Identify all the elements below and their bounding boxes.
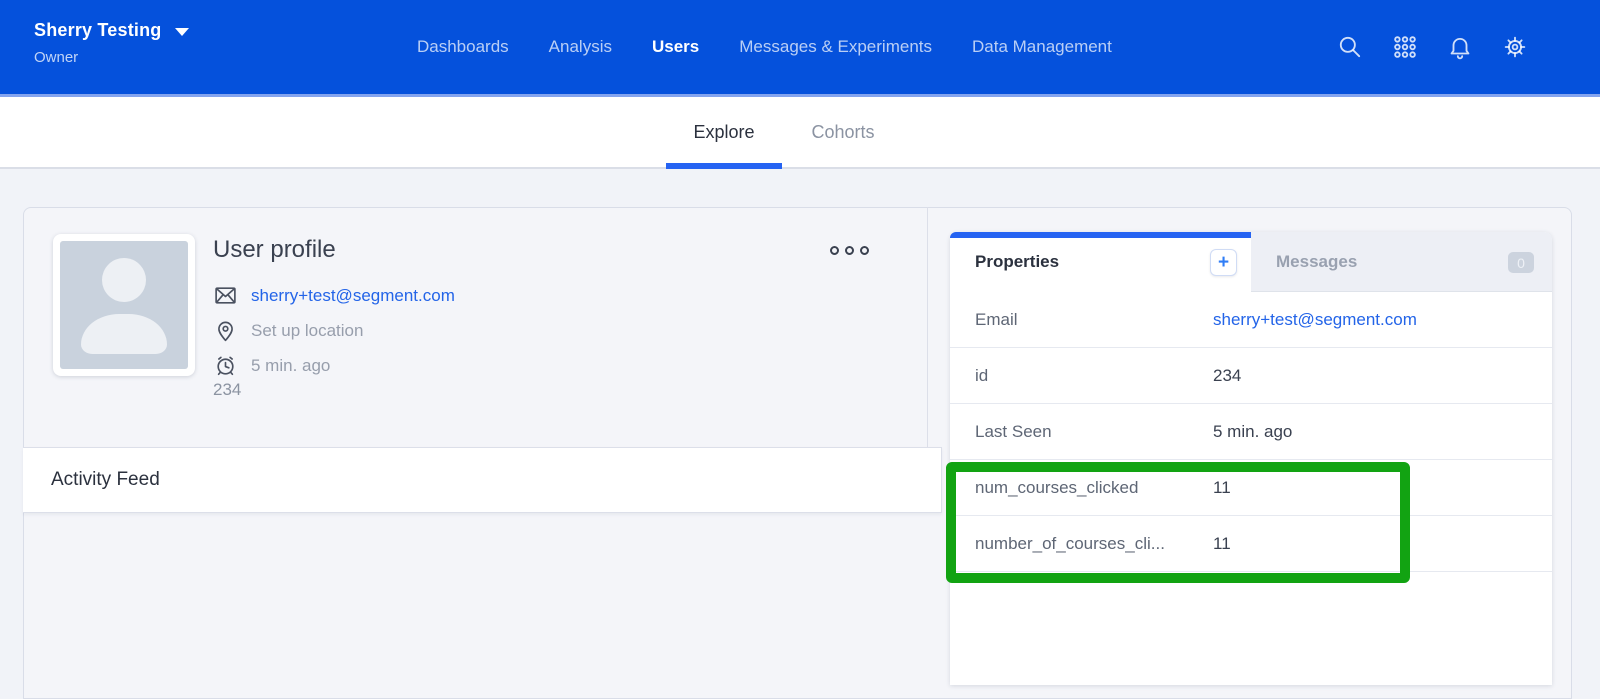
tab-properties[interactable]: Properties + xyxy=(950,232,1251,292)
account-switcher[interactable]: Sherry Testing Owner xyxy=(34,20,189,66)
active-tab-underline xyxy=(666,163,782,169)
messages-count-badge: 0 xyxy=(1508,252,1534,273)
chevron-down-icon xyxy=(175,28,189,36)
avatar-placeholder-image xyxy=(60,241,188,369)
property-key: num_courses_clicked xyxy=(975,478,1213,498)
nav-item-dashboards[interactable]: Dashboards xyxy=(417,37,509,57)
property-row-num-courses-clicked: num_courses_clicked 11 xyxy=(950,460,1552,516)
property-key: Last Seen xyxy=(975,422,1213,442)
properties-panel: Properties + Messages 0 Email sherry+tes… xyxy=(950,232,1552,685)
tab-properties-label: Properties xyxy=(975,252,1059,272)
property-row-number-of-courses-clicked: number_of_courses_cli... 11 xyxy=(950,516,1552,572)
secondary-tab-bar: Explore Cohorts xyxy=(0,97,1600,169)
user-id-text: 234 xyxy=(213,380,241,400)
tab-messages[interactable]: Messages 0 xyxy=(1251,232,1552,292)
activity-feed-title: Activity Feed xyxy=(51,469,160,491)
location-pin-icon xyxy=(213,318,238,343)
property-key: id xyxy=(975,366,1213,386)
profile-location-row: Set up location xyxy=(213,313,455,348)
nav-item-messages-experiments[interactable]: Messages & Experiments xyxy=(739,37,932,57)
property-value: 5 min. ago xyxy=(1213,422,1292,442)
profile-email-link[interactable]: sherry+test@segment.com xyxy=(251,286,455,306)
notifications-bell-icon[interactable] xyxy=(1447,34,1473,60)
set-up-location-link[interactable]: Set up location xyxy=(251,321,363,341)
property-row-last-seen: Last Seen 5 min. ago xyxy=(950,404,1552,460)
dot-icon xyxy=(860,246,869,255)
property-value: 11 xyxy=(1213,478,1231,498)
more-options-button[interactable] xyxy=(826,242,873,259)
property-value: 234 xyxy=(1213,366,1241,386)
property-row-id: id 234 xyxy=(950,348,1552,404)
tab-explore[interactable]: Explore xyxy=(666,97,782,167)
property-value-email-link[interactable]: sherry+test@segment.com xyxy=(1213,310,1417,330)
account-name: Sherry Testing xyxy=(34,20,162,41)
apps-grid-icon[interactable] xyxy=(1392,34,1418,60)
settings-gear-icon[interactable] xyxy=(1502,34,1528,60)
dot-icon xyxy=(830,246,839,255)
alarm-clock-icon xyxy=(213,353,238,378)
nav-item-data-management[interactable]: Data Management xyxy=(972,37,1112,57)
page-title: User profile xyxy=(213,236,455,264)
property-key: Email xyxy=(975,310,1213,330)
nav-icon-group xyxy=(1337,0,1528,94)
nav-item-users[interactable]: Users xyxy=(652,37,699,57)
tab-cohorts[interactable]: Cohorts xyxy=(799,97,887,167)
account-role: Owner xyxy=(34,49,189,66)
add-property-button[interactable]: + xyxy=(1210,249,1237,276)
top-nav-bar: Sherry Testing Owner Dashboards Analysis… xyxy=(0,0,1600,97)
search-icon[interactable] xyxy=(1337,34,1363,60)
property-row-email: Email sherry+test@segment.com xyxy=(950,292,1552,348)
envelope-icon xyxy=(213,283,238,308)
main-nav: Dashboards Analysis Users Messages & Exp… xyxy=(417,0,1112,94)
user-profile-section: User profile sherry+test@segment.com Set… xyxy=(23,207,928,447)
last-seen-text: 5 min. ago xyxy=(251,356,330,376)
dot-icon xyxy=(845,246,854,255)
nav-item-analysis[interactable]: Analysis xyxy=(549,37,612,57)
tab-messages-label: Messages xyxy=(1276,252,1357,272)
property-value: 11 xyxy=(1213,534,1231,554)
profile-last-seen-row: 5 min. ago xyxy=(213,348,455,383)
avatar xyxy=(53,234,195,376)
property-key: number_of_courses_cli... xyxy=(975,534,1213,554)
activity-feed-section: Activity Feed xyxy=(23,447,942,513)
properties-tab-bar: Properties + Messages 0 xyxy=(950,232,1552,292)
profile-email-row: sherry+test@segment.com xyxy=(213,278,455,313)
